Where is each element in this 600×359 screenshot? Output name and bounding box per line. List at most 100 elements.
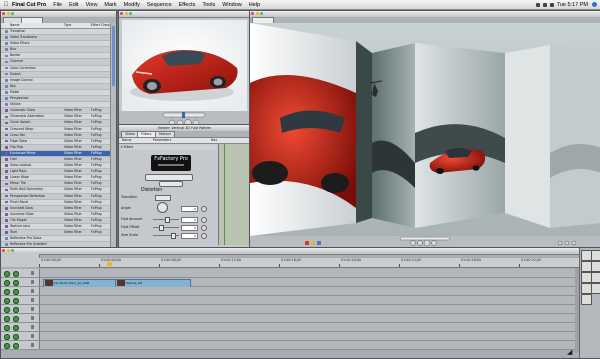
video-filters-row[interactable]: ▾ Filters <box>121 145 217 150</box>
menu-effects[interactable]: Effects <box>179 2 196 8</box>
angle-dial[interactable] <box>157 202 168 213</box>
track-visibility-icon[interactable] <box>4 334 10 340</box>
browser-scrollbar[interactable] <box>110 23 116 247</box>
resize-handle-icon[interactable]: ◢ <box>567 348 577 356</box>
timeline-ruler[interactable]: 01:00:00;00 01:00:04;00 01:00:08;00 01:00:1… <box>39 258 579 268</box>
lock-icon[interactable] <box>31 343 34 347</box>
crop-tool-icon[interactable] <box>591 283 600 294</box>
menu-mark[interactable]: Mark <box>104 2 116 8</box>
apple-menu-icon[interactable]:  <box>0 2 12 8</box>
pen-tool-icon[interactable] <box>581 294 592 305</box>
transition-popup[interactable] <box>155 195 171 201</box>
menu-window[interactable]: Window <box>222 2 242 8</box>
lock-icon[interactable] <box>31 280 34 284</box>
column-effect-class[interactable]: Effect Class <box>91 23 110 28</box>
audio-track[interactable] <box>1 341 579 350</box>
fold-offset-value[interactable]: 0 <box>181 225 198 231</box>
audio-track[interactable] <box>1 323 579 332</box>
minimize-icon[interactable] <box>6 249 10 252</box>
track-target-icon[interactable] <box>13 343 19 349</box>
menu-clock[interactable]: Tue 5:17 PM <box>557 2 588 8</box>
audio-track[interactable] <box>1 287 579 296</box>
sequence-timecode-area[interactable] <box>1 254 40 267</box>
menu-view[interactable]: View <box>86 2 98 8</box>
menu-edit[interactable]: Edit <box>69 2 78 8</box>
size-scale-value[interactable]: 0 <box>181 233 198 239</box>
spotlight-icon[interactable] <box>592 2 597 7</box>
zoom-icon[interactable] <box>129 12 132 15</box>
fold-amount-value[interactable]: 0 <box>181 217 198 223</box>
lock-icon[interactable] <box>31 298 34 302</box>
audio-track[interactable] <box>1 314 579 323</box>
audio-track[interactable] <box>1 332 579 341</box>
preset-popup[interactable] <box>145 174 193 181</box>
reset-icon[interactable] <box>201 224 207 231</box>
lock-icon[interactable] <box>31 271 34 275</box>
menu-sequence[interactable]: Sequence <box>147 2 172 8</box>
wifi-icon[interactable] <box>535 2 540 7</box>
timeline-titlebar[interactable] <box>1 248 600 255</box>
video-track[interactable]: Car Photo Hero_LG_KSB Helmet_LM <box>1 278 579 288</box>
zoom-icon[interactable] <box>260 12 263 15</box>
close-icon[interactable] <box>2 12 5 15</box>
minimize-icon[interactable] <box>255 12 259 15</box>
fxfactory-logo[interactable]: FxFactory Pro <box>151 155 191 171</box>
column-name[interactable]: Name <box>10 23 19 28</box>
roll-tool-icon[interactable] <box>591 261 600 272</box>
audio-track[interactable] <box>1 305 579 314</box>
reset-icon[interactable] <box>201 216 207 223</box>
lock-icon[interactable] <box>31 307 34 311</box>
track-target-icon[interactable] <box>13 325 19 331</box>
track-target-icon[interactable] <box>13 307 19 313</box>
reset-button[interactable] <box>159 181 183 187</box>
track-target-icon[interactable] <box>13 289 19 295</box>
playhead-handle[interactable] <box>107 262 112 266</box>
menu-help[interactable]: Help <box>249 2 260 8</box>
track-visibility-icon[interactable] <box>4 325 10 331</box>
minimize-icon[interactable] <box>6 12 10 15</box>
minimize-icon[interactable] <box>124 12 128 15</box>
canvas-image[interactable] <box>250 23 600 236</box>
menu-app-name[interactable]: Final Cut Pro <box>12 2 46 8</box>
volume-icon[interactable] <box>542 2 547 7</box>
tab-filters[interactable]: Filters <box>137 131 156 137</box>
reset-icon[interactable] <box>201 206 207 212</box>
video-track[interactable] <box>1 269 579 278</box>
track-visibility-icon[interactable] <box>4 316 10 322</box>
track-visibility-icon[interactable] <box>4 289 10 295</box>
track-target-icon[interactable] <box>13 280 19 286</box>
track-visibility-icon[interactable] <box>4 280 10 286</box>
track-target-icon[interactable] <box>13 334 19 340</box>
track-visibility-icon[interactable] <box>4 343 10 349</box>
close-icon[interactable] <box>2 249 5 252</box>
lock-icon[interactable] <box>31 334 34 338</box>
lock-icon[interactable] <box>31 289 34 293</box>
column-type[interactable]: Type <box>64 23 71 28</box>
track-target-icon[interactable] <box>13 298 19 304</box>
audio-track[interactable] <box>1 296 579 305</box>
track-target-icon[interactable] <box>13 316 19 322</box>
timeline-scrollbar[interactable] <box>575 268 579 353</box>
razor-tool-icon[interactable] <box>591 272 600 283</box>
scroll-thumb[interactable] <box>111 26 115 86</box>
track-visibility-icon[interactable] <box>4 271 10 277</box>
fold-amount-slider[interactable] <box>153 217 179 223</box>
menu-modify[interactable]: Modify <box>124 2 140 8</box>
track-target-icon[interactable] <box>13 271 19 277</box>
edit-select-tool-icon[interactable] <box>591 250 600 261</box>
menu-tools[interactable]: Tools <box>202 2 215 8</box>
size-scale-slider[interactable] <box>153 233 179 239</box>
angle-value[interactable]: 0 <box>181 206 198 212</box>
viewer-image[interactable] <box>122 20 247 111</box>
close-icon[interactable] <box>251 12 254 15</box>
battery-icon[interactable] <box>549 2 554 7</box>
close-icon[interactable] <box>120 12 123 15</box>
track-visibility-icon[interactable] <box>4 307 10 313</box>
tab-motion[interactable]: Motion <box>155 131 175 137</box>
zoom-icon[interactable] <box>11 12 14 15</box>
lock-icon[interactable] <box>31 325 34 329</box>
zoom-icon[interactable] <box>11 249 14 252</box>
viewer-titlebar[interactable] <box>119 11 250 18</box>
lock-icon[interactable] <box>31 316 34 320</box>
menu-file[interactable]: File <box>53 2 62 8</box>
